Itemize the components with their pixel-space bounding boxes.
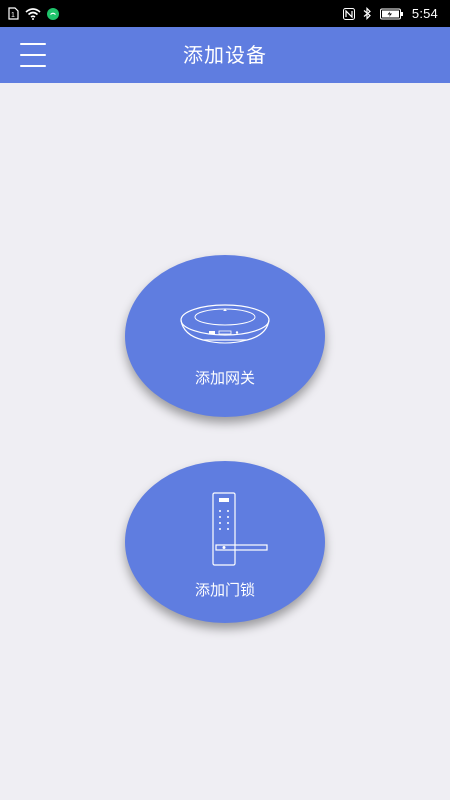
svg-text:1: 1 bbox=[11, 12, 15, 19]
page-title: 添加设备 bbox=[183, 43, 267, 67]
sim-icon: 1 bbox=[8, 7, 19, 20]
add-lock-label: 添加门锁 bbox=[194, 581, 255, 599]
add-lock-button[interactable]: 添加门锁 bbox=[125, 461, 325, 623]
gateway-icon bbox=[180, 304, 270, 344]
nfc-icon bbox=[342, 7, 355, 20]
status-bar: 1 5:54 bbox=[0, 0, 450, 27]
add-gateway-label: 添加网关 bbox=[194, 369, 255, 387]
notification-icon bbox=[47, 7, 59, 20]
main-content: 添加网关 添加门锁 bbox=[0, 83, 450, 800]
battery-icon bbox=[379, 8, 404, 20]
app-bar: 添加设备 bbox=[0, 27, 450, 83]
status-time: 5:54 bbox=[411, 6, 438, 21]
door-lock-icon bbox=[212, 492, 268, 566]
bluetooth-icon bbox=[363, 7, 372, 20]
wifi-icon bbox=[25, 7, 41, 20]
add-gateway-button[interactable]: 添加网关 bbox=[125, 255, 325, 417]
